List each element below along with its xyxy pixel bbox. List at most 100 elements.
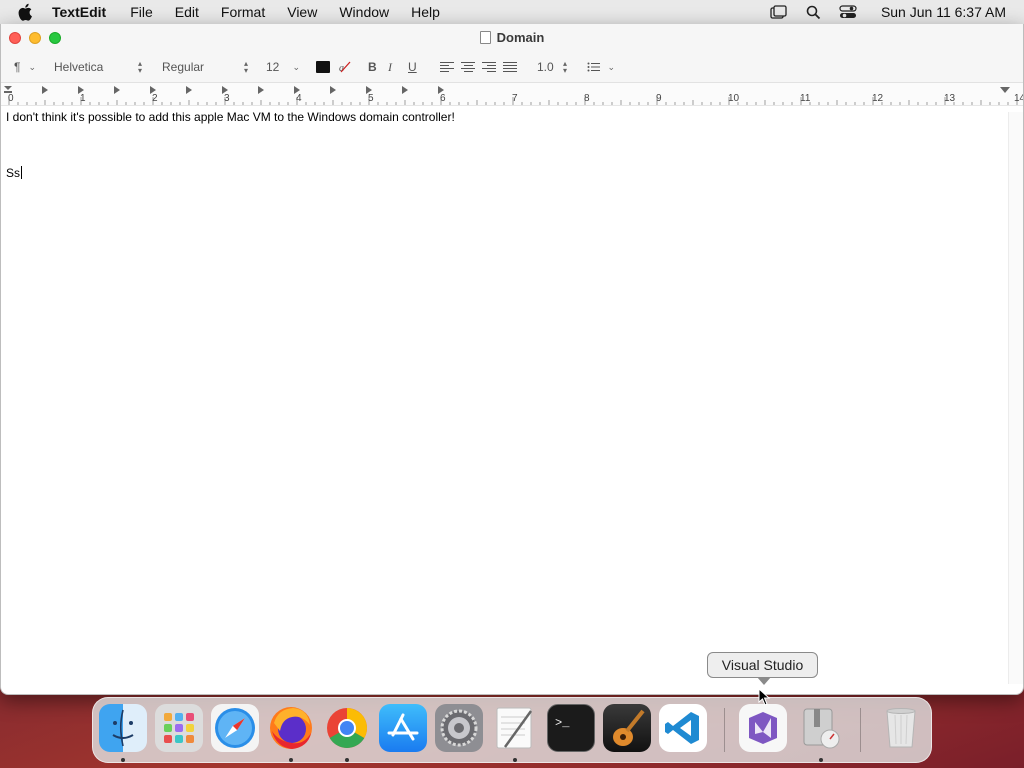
tab-stop-marker[interactable] <box>42 86 48 94</box>
dock-separator <box>724 708 725 752</box>
menu-app-name[interactable]: TextEdit <box>52 4 106 20</box>
ruler[interactable]: 0 1 2 3 4 5 6 7 8 9 10 11 12 13 14 <box>1 83 1023 106</box>
dock: >_ <box>92 697 932 763</box>
document-icon[interactable] <box>479 31 491 44</box>
ruler-number: 1 <box>80 93 86 104</box>
tooltip-pointer <box>757 677 771 685</box>
textedit-icon[interactable] <box>491 704 539 752</box>
align-left-button[interactable] <box>440 62 454 72</box>
align-right-button[interactable] <box>482 62 496 72</box>
text-color-swatch <box>316 61 330 73</box>
bulleted-list-icon <box>587 62 600 72</box>
mouse-cursor-icon <box>758 688 771 706</box>
ruler-number: 3 <box>224 93 230 104</box>
italic-button[interactable]: I <box>388 60 408 75</box>
ruler-number: 0 <box>8 93 14 104</box>
text-color-well[interactable] <box>316 61 330 73</box>
system-preferences-icon[interactable] <box>435 704 483 752</box>
paragraph-styles-popup[interactable]: ¶ ⌄ <box>10 58 40 76</box>
paragraph-icon: ¶ <box>14 60 21 74</box>
ruler-number: 9 <box>656 93 662 104</box>
firefox-icon[interactable] <box>267 704 315 752</box>
tab-stop-marker[interactable] <box>402 86 408 94</box>
line-spacing-value: 1.0 <box>537 60 554 74</box>
font-family-value: Helvetica <box>54 60 104 74</box>
list-style-popup[interactable]: ⌄ <box>583 58 619 76</box>
menu-bar: TextEdit File Edit Format View Window He… <box>0 0 1024 25</box>
menu-file[interactable]: File <box>130 4 153 20</box>
dock-separator <box>860 708 861 752</box>
ruler-number: 10 <box>728 93 740 104</box>
highlight-pen-icon: a <box>339 61 351 73</box>
textedit-window: Domain ¶ ⌄ Helvetica ▴ ▾ Regular ▴ ▾ 12 ⌄ … <box>0 24 1024 695</box>
menu-window[interactable]: Window <box>339 4 389 20</box>
app-store-icon[interactable] <box>379 704 427 752</box>
running-indicator <box>819 758 823 762</box>
terminal-icon[interactable]: >_ <box>547 704 595 752</box>
menu-bar-clock[interactable]: Sun Jun 11 6:37 AM <box>881 4 1006 20</box>
font-family-popup[interactable]: Helvetica ▴ ▾ <box>50 58 146 76</box>
tab-stop-marker[interactable] <box>258 86 264 94</box>
justify-icon <box>503 62 517 72</box>
line-spacing-popup[interactable]: 1.0 ▴ ▾ <box>533 58 571 76</box>
menu-help[interactable]: Help <box>411 4 440 20</box>
ruler-number: 12 <box>872 93 884 104</box>
ruler-number: 2 <box>152 93 158 104</box>
document-text-area[interactable]: I don't think it's possible to add this … <box>1 106 1023 674</box>
ruler-number: 13 <box>944 93 956 104</box>
ruler-number: 14 <box>1014 93 1023 104</box>
finder-icon[interactable] <box>99 704 147 752</box>
launchpad-icon[interactable] <box>155 704 203 752</box>
font-style-value: Regular <box>162 60 205 74</box>
menu-edit[interactable]: Edit <box>175 4 199 20</box>
visual-studio-icon[interactable] <box>739 704 787 752</box>
tab-stop-marker[interactable] <box>330 86 336 94</box>
font-style-popup[interactable]: Regular ▴ ▾ <box>158 58 252 76</box>
ruler-number: 11 <box>800 93 811 104</box>
running-indicator <box>121 758 125 762</box>
align-left-icon <box>440 62 454 72</box>
format-toolbar: ¶ ⌄ Helvetica ▴ ▾ Regular ▴ ▾ 12 ⌄ a B I U <box>1 52 1023 83</box>
tab-stop-marker[interactable] <box>186 86 192 94</box>
garageband-icon[interactable] <box>603 704 651 752</box>
justify-button[interactable] <box>503 62 517 72</box>
control-center-icon[interactable] <box>839 5 857 19</box>
ruler-number: 4 <box>296 93 302 104</box>
menu-format[interactable]: Format <box>221 4 265 20</box>
apple-menu-icon[interactable] <box>18 3 38 21</box>
stepper-arrows-icon: ▴ ▾ <box>243 59 248 75</box>
archive-utility-icon[interactable] <box>797 704 845 752</box>
highlight-color-button[interactable]: a <box>338 61 352 73</box>
safari-icon[interactable] <box>211 704 259 752</box>
running-indicator <box>513 758 517 762</box>
vscode-icon[interactable] <box>659 704 707 752</box>
tab-stop-marker[interactable] <box>114 86 120 94</box>
chrome-icon[interactable] <box>323 704 371 752</box>
trash-icon[interactable] <box>877 704 925 752</box>
ruler-number: 8 <box>584 93 590 104</box>
chevron-down-icon: ⌄ <box>28 61 36 72</box>
text-caret <box>21 166 23 179</box>
align-center-button[interactable] <box>461 62 475 72</box>
vertical-scrollbar[interactable] <box>1008 112 1023 684</box>
dock-tooltip: Visual Studio <box>707 652 818 678</box>
align-right-icon <box>482 62 496 72</box>
ruler-number: 6 <box>440 93 446 104</box>
screen-mirroring-icon[interactable] <box>770 5 788 19</box>
document-line: Ss <box>6 166 21 180</box>
menu-view[interactable]: View <box>287 4 317 20</box>
title-bar[interactable]: Domain <box>1 24 1023 52</box>
document-line-with-caret: Ss <box>6 166 1018 180</box>
spotlight-search-icon[interactable] <box>806 5 821 20</box>
font-size-value: 12 <box>266 60 280 74</box>
running-indicator <box>289 758 293 762</box>
bold-button[interactable]: B <box>368 60 388 74</box>
ruler-number: 5 <box>368 93 374 104</box>
stepper-arrows-icon: ▴ ▾ <box>562 59 567 75</box>
right-indent-marker-icon[interactable] <box>999 85 1011 95</box>
underline-button[interactable]: U <box>408 60 428 74</box>
font-size-field[interactable]: 12 ⌄ <box>262 58 304 76</box>
svg-text:>_: >_ <box>555 716 570 730</box>
window-title-wrap: Domain <box>1 30 1023 45</box>
